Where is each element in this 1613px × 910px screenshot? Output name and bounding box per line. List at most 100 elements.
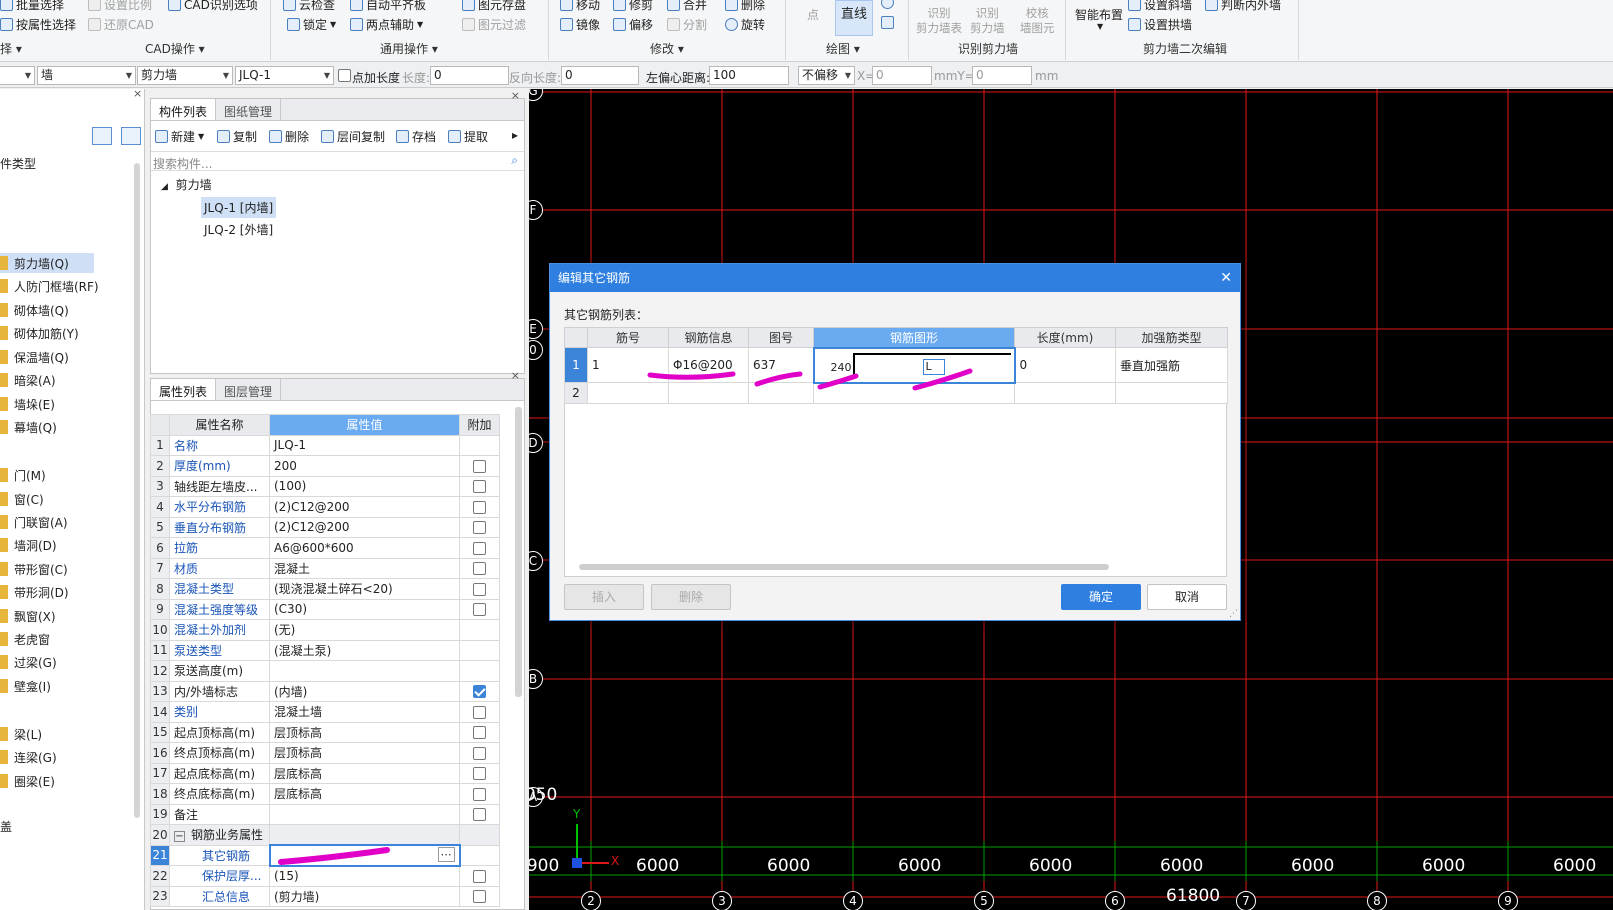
additional-checkbox[interactable] bbox=[473, 459, 486, 473]
tree-item-jlq-2[interactable]: JLQ-2 [外墙] bbox=[204, 221, 273, 238]
property-value[interactable]: 层顶标高 bbox=[274, 746, 322, 760]
property-value-cell[interactable]: 层底标高 bbox=[269, 783, 460, 805]
property-row[interactable]: 8 混凝土类型 (现浇混凝土碎石<20) bbox=[150, 578, 500, 600]
property-value[interactable]: 200 bbox=[274, 459, 297, 473]
select-by-property-button[interactable]: 按属性选择 bbox=[0, 16, 76, 33]
property-value[interactable]: (混凝土泵) bbox=[274, 644, 331, 658]
search-icon[interactable]: ⌕ bbox=[511, 153, 518, 168]
property-value[interactable]: (100) bbox=[274, 479, 306, 493]
property-row[interactable]: 7 材质 混凝土 bbox=[150, 557, 500, 579]
property-value-cell[interactable]: (100) bbox=[269, 475, 460, 497]
property-value-cell[interactable]: (混凝土泵) bbox=[269, 639, 460, 661]
draw-point-button[interactable]: 点 bbox=[807, 6, 819, 23]
property-row[interactable]: 17 起点底标高(m) 层底标高 bbox=[150, 762, 500, 784]
batch-select-button[interactable]: 批量选择 bbox=[0, 0, 64, 13]
property-row[interactable]: 4 水平分布钢筋 (2)C12@200 bbox=[150, 496, 500, 518]
cad-recognize-options-button[interactable]: CAD识别选项 bbox=[168, 0, 258, 13]
component-combo[interactable]: JLQ-1 ▼ bbox=[235, 66, 334, 85]
nav-item[interactable]: 门联窗(A) bbox=[0, 512, 68, 532]
tab-drawing-manage[interactable]: 图纸管理 bbox=[216, 99, 282, 120]
additional-checkbox[interactable] bbox=[473, 705, 486, 719]
nav-item[interactable]: 带形洞(D) bbox=[0, 582, 69, 602]
shape-edit-input[interactable]: L bbox=[922, 358, 945, 375]
property-row[interactable]: 12 泵送高度(m) bbox=[150, 660, 500, 682]
cloud-check-button[interactable]: 云检查 bbox=[283, 0, 335, 13]
nav-item[interactable]: 保温墙(Q) bbox=[0, 347, 69, 367]
additional-checkbox[interactable] bbox=[473, 541, 486, 555]
property-row[interactable]: 3 轴线距左墙皮... (100) bbox=[150, 475, 500, 497]
close-icon[interactable]: × bbox=[511, 89, 520, 102]
additional-checkbox[interactable] bbox=[473, 726, 486, 740]
additional-checkbox[interactable] bbox=[473, 562, 486, 576]
point-length-checkbox[interactable] bbox=[338, 69, 351, 82]
empty-cell[interactable] bbox=[587, 382, 669, 404]
property-row[interactable]: 10 混凝土外加剂 (无) bbox=[150, 619, 500, 641]
y-input[interactable]: 0 bbox=[972, 66, 1032, 85]
restore-cad-button[interactable]: 还原CAD bbox=[88, 16, 154, 33]
component-search[interactable]: 搜索构件... ⌕ bbox=[151, 151, 524, 171]
length-input[interactable]: 0 bbox=[430, 66, 509, 85]
property-value[interactable]: (无) bbox=[274, 623, 295, 637]
tree-item-jlq-1[interactable]: JLQ-1 [内墙] bbox=[201, 197, 277, 218]
extract-button[interactable]: 提取 bbox=[448, 128, 488, 145]
draw-line-button[interactable]: 直线 bbox=[835, 0, 873, 36]
additional-checkbox[interactable] bbox=[473, 808, 486, 822]
recognize-wall-table-button[interactable]: 识别 剪力墙表 bbox=[916, 6, 962, 36]
additional-checkbox[interactable] bbox=[473, 582, 486, 596]
property-row[interactable]: 9 混凝土强度等级 (C30) bbox=[150, 598, 500, 620]
cell-rebar-type[interactable]: 垂直加强筋 bbox=[1115, 347, 1228, 383]
recognize-wall-button[interactable]: 识别 剪力墙 bbox=[970, 6, 1005, 36]
cell-bar-info[interactable]: Φ16@200 bbox=[668, 347, 749, 383]
empty-cell[interactable] bbox=[1014, 382, 1116, 404]
property-scrollbar[interactable] bbox=[515, 407, 522, 697]
property-row[interactable]: 1 名称 JLQ-1 bbox=[150, 434, 500, 456]
property-row[interactable]: 6 拉筋 A6@600*600 bbox=[150, 537, 500, 559]
property-row[interactable]: 11 泵送类型 (混凝土泵) bbox=[150, 639, 500, 661]
delete-button[interactable]: 删除 bbox=[725, 0, 765, 13]
property-value-cell[interactable] bbox=[269, 660, 460, 682]
tab-layer-manage[interactable]: 图层管理 bbox=[216, 379, 282, 400]
property-row[interactable]: 2 厚度(mm) 200 bbox=[150, 455, 500, 477]
property-value-cell[interactable]: 200 bbox=[269, 455, 460, 477]
nav-item[interactable]: 窗(C) bbox=[0, 489, 44, 509]
property-value[interactable]: 层底标高 bbox=[274, 787, 322, 801]
property-value-cell[interactable]: ⋯ bbox=[268, 844, 461, 867]
cancel-button[interactable]: 取消 bbox=[1147, 584, 1227, 610]
additional-checkbox[interactable] bbox=[473, 603, 486, 617]
property-value-cell[interactable]: (剪力墙) bbox=[269, 885, 460, 907]
empty-cell[interactable] bbox=[668, 382, 749, 404]
property-value[interactable]: (15) bbox=[274, 869, 299, 883]
copy-between-floors-button[interactable]: 层间复制 bbox=[321, 128, 385, 145]
delete-row-button[interactable]: 删除 bbox=[651, 584, 731, 610]
property-row[interactable]: 13 内/外墙标志 (内墙) bbox=[150, 680, 500, 702]
cell-length[interactable]: 0 bbox=[1014, 347, 1116, 383]
property-row[interactable]: 21 其它钢筋 ⋯ bbox=[150, 844, 500, 867]
property-value-cell[interactable]: 混凝土墙 bbox=[269, 701, 460, 723]
property-value-cell[interactable] bbox=[269, 803, 460, 825]
property-value[interactable]: (2)C12@200 bbox=[274, 500, 350, 514]
additional-checkbox[interactable] bbox=[473, 767, 486, 781]
nav-item[interactable]: 飘窗(X) bbox=[0, 606, 56, 626]
property-row[interactable]: 20− 钢筋业务属性 bbox=[150, 824, 500, 846]
property-value-cell[interactable]: 层顶标高 bbox=[269, 721, 460, 743]
nav-item[interactable]: 砌体加筋(Y) bbox=[0, 323, 79, 343]
x-input[interactable]: 0 bbox=[872, 66, 932, 85]
additional-checkbox[interactable] bbox=[473, 890, 486, 904]
property-value[interactable]: 混凝土墙 bbox=[274, 705, 322, 719]
check-wall-elements-button[interactable]: 校核 墙图元 bbox=[1020, 6, 1055, 36]
set-arch-wall-button[interactable]: 设置拱墙 bbox=[1128, 16, 1192, 33]
auto-align-slab-button[interactable]: 自动平齐板 bbox=[350, 0, 426, 13]
property-value[interactable]: (现浇混凝土碎石<20) bbox=[274, 582, 393, 596]
tree-root-shear-wall[interactable]: ◢ 剪力墙 bbox=[161, 176, 212, 193]
tile-view-icon[interactable] bbox=[121, 127, 141, 145]
reverse-length-input[interactable]: 0 bbox=[561, 66, 639, 85]
property-value-cell[interactable]: (2)C12@200 bbox=[269, 496, 460, 518]
nav-item[interactable]: 壁龛(I) bbox=[0, 676, 51, 696]
horizontal-scrollbar[interactable] bbox=[579, 564, 1109, 570]
mirror-button[interactable]: 镜像 bbox=[560, 16, 600, 33]
smart-layout-button[interactable]: 智能布置 bbox=[1075, 6, 1123, 23]
empty-cell[interactable] bbox=[748, 382, 814, 404]
property-value-cell[interactable]: (无) bbox=[269, 619, 460, 641]
nav-item[interactable]: 暗梁(A) bbox=[0, 370, 56, 390]
nav-item[interactable]: 带形窗(C) bbox=[0, 559, 68, 579]
